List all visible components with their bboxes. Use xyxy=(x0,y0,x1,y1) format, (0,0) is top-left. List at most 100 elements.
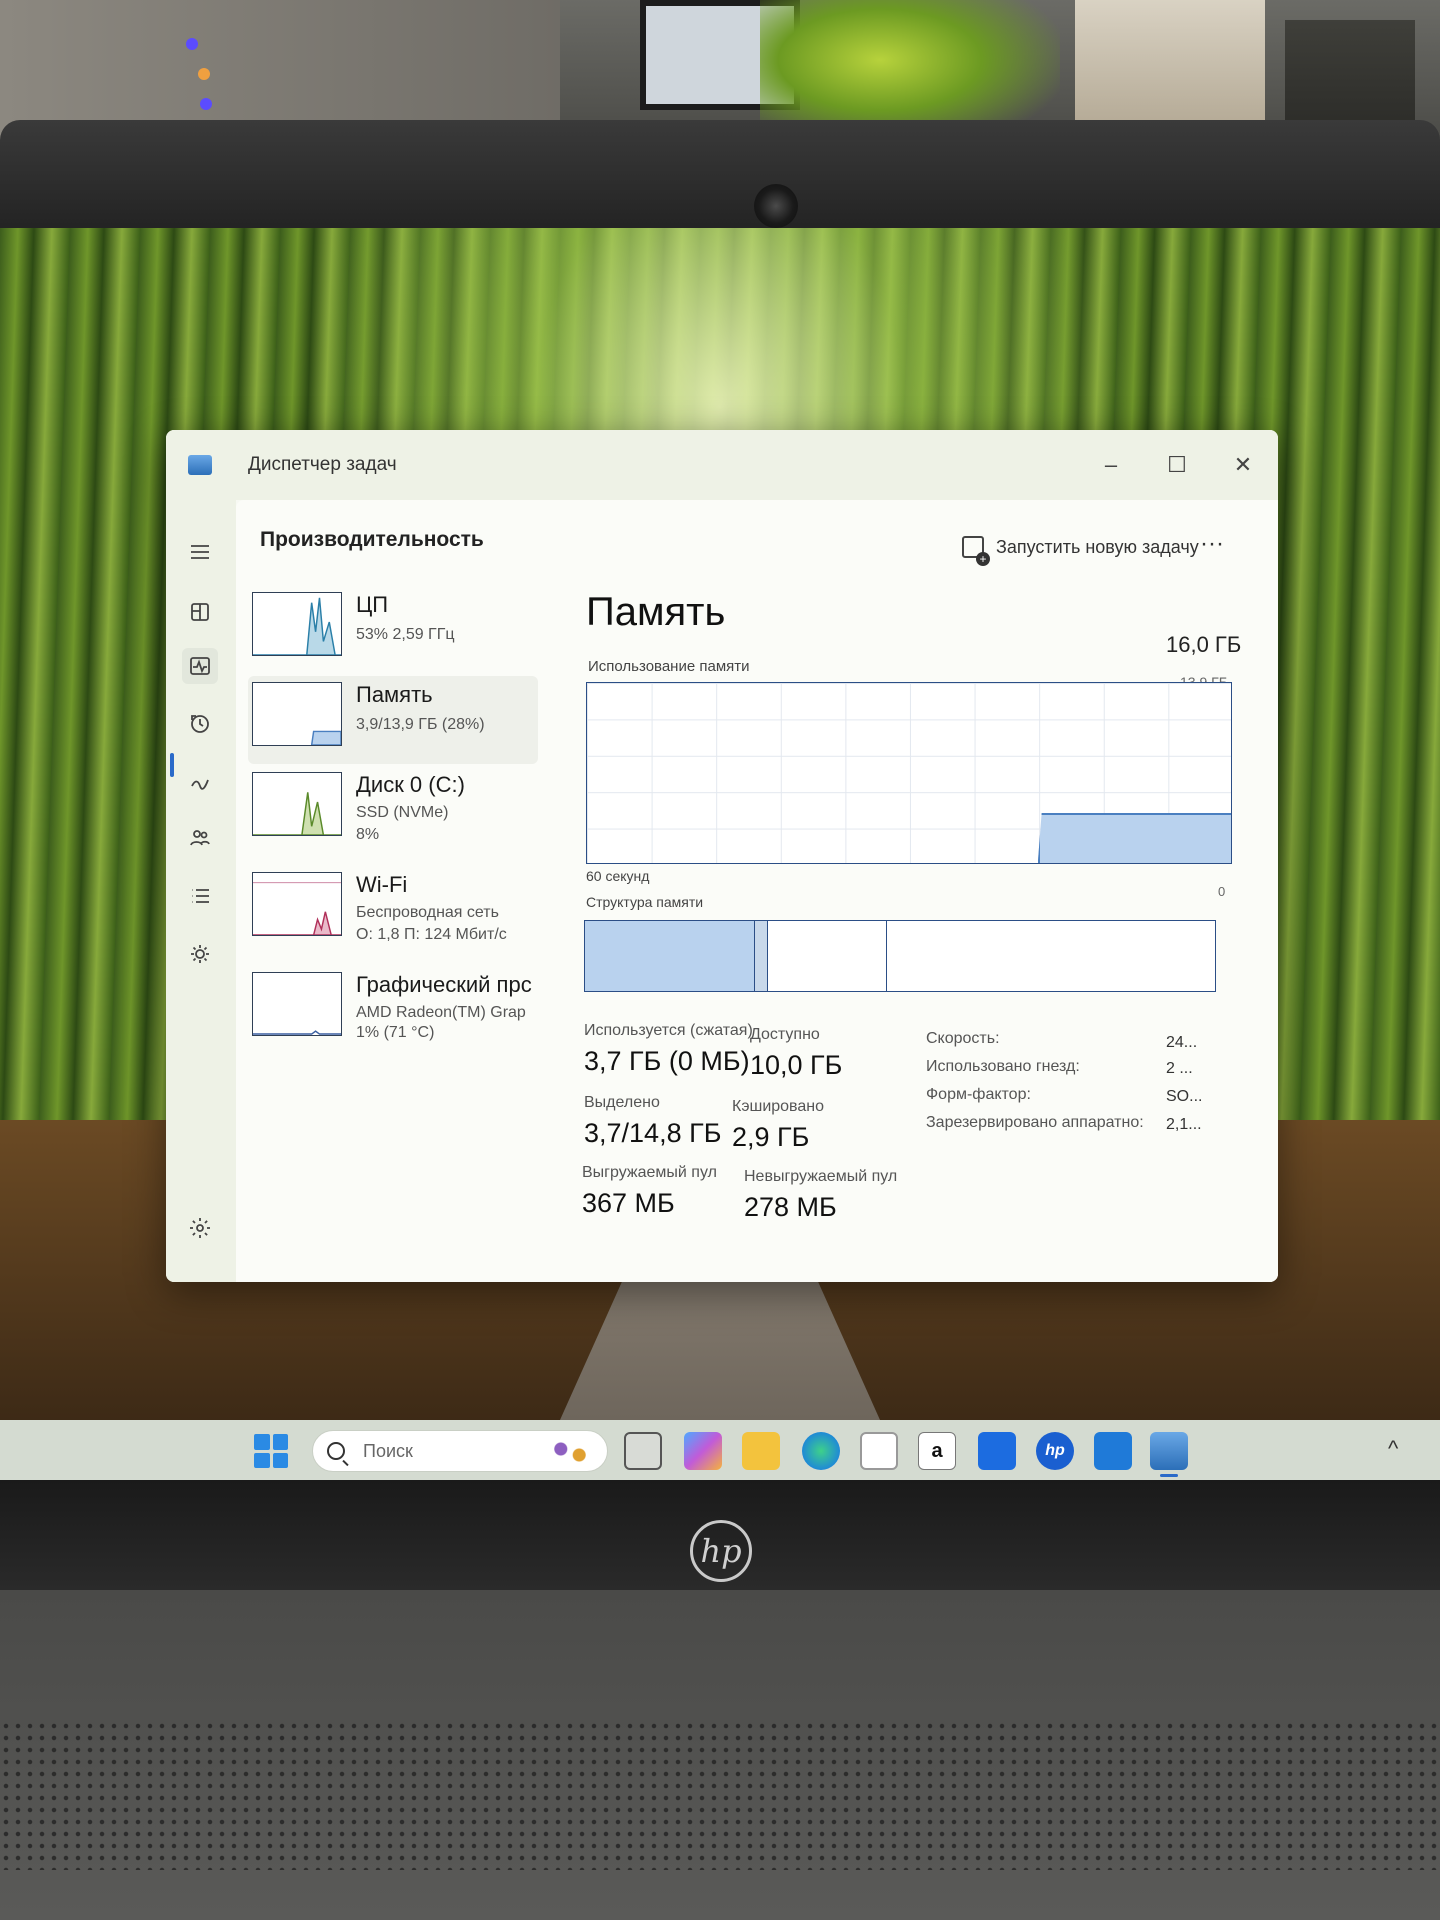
hp-icon[interactable]: hp xyxy=(1036,1432,1074,1470)
navigation-rail xyxy=(166,500,236,1282)
edge-icon[interactable] xyxy=(802,1432,840,1470)
graph-zero-label: 0 xyxy=(1218,884,1226,899)
resource-cpu[interactable]: ЦП 53% 2,59 ГГц xyxy=(248,586,538,674)
resource-throughput: О: 1,8 П: 124 Мбит/с xyxy=(356,926,507,943)
title-bar[interactable]: Диспетчер задач – ☐ ✕ xyxy=(166,430,1278,500)
window-title: Диспетчер задач xyxy=(248,454,397,475)
paged-pool-value: 367 МБ xyxy=(582,1188,675,1218)
resource-wifi[interactable]: Wi-Fi Беспроводная сеть О: 1,8 П: 124 Мб… xyxy=(248,866,538,960)
nonpaged-pool-label: Невыгружаемый пул xyxy=(744,1168,898,1185)
webcam xyxy=(754,184,798,228)
resource-usage: 8% xyxy=(356,826,380,843)
resource-usage: 1% (71 °C) xyxy=(356,1024,435,1041)
minimize-button[interactable]: – xyxy=(1098,452,1124,478)
memory-structure-bar xyxy=(584,920,1216,992)
copilot-icon[interactable] xyxy=(684,1432,722,1470)
services-icon[interactable] xyxy=(182,936,218,972)
memory-usage-label: Использование памяти xyxy=(588,658,750,675)
settings-icon[interactable] xyxy=(182,1210,218,1246)
resource-detail: AMD Radeon(TM) Grap xyxy=(356,1004,526,1021)
memory-title: Память xyxy=(586,590,726,634)
speed-label: Скорость: xyxy=(926,1030,1000,1047)
startup-apps-icon[interactable] xyxy=(182,764,218,800)
windows-logo-tile xyxy=(272,1434,288,1450)
led-light xyxy=(198,68,210,80)
resource-name: ЦП xyxy=(356,592,389,617)
page-title: Производительность xyxy=(260,528,484,551)
users-icon[interactable] xyxy=(182,820,218,856)
resource-memory[interactable]: Память 3,9/13,9 ГБ (28%) xyxy=(248,676,538,764)
in-use-label: Используется (сжатая) xyxy=(584,1022,753,1039)
cpu-thumbnail-graph xyxy=(252,592,342,656)
form-factor-label: Форм-фактор: xyxy=(926,1086,1031,1103)
maximize-button[interactable]: ☐ xyxy=(1164,452,1190,478)
nonpaged-pool-value: 278 МБ xyxy=(744,1192,837,1222)
available-value: 10,0 ГБ xyxy=(750,1050,843,1080)
led-light xyxy=(186,38,198,50)
speaker-grille xyxy=(0,1720,1440,1870)
hardware-reserved-value: 2,1... xyxy=(1166,1116,1202,1133)
app-history-icon[interactable] xyxy=(182,706,218,742)
led-light xyxy=(200,98,212,110)
taskbar: Поиск a hp ^ xyxy=(0,1420,1440,1480)
resource-disk[interactable]: Диск 0 (C:) SSD (NVMe) 8% xyxy=(248,766,538,860)
resource-name: Wi-Fi xyxy=(356,872,408,897)
search-placeholder: Поиск xyxy=(363,1440,413,1461)
outlook-icon[interactable] xyxy=(1094,1432,1132,1470)
hp-logo: hp xyxy=(690,1520,752,1582)
resource-detail: 3,9/13,9 ГБ (28%) xyxy=(356,716,485,733)
structure-standby xyxy=(768,921,888,991)
resource-name: Графический прс xyxy=(356,972,532,997)
nav-active-indicator xyxy=(170,753,174,777)
memory-total: 16,0 ГБ xyxy=(1166,632,1242,657)
committed-value: 3,7/14,8 ГБ xyxy=(584,1118,722,1148)
details-icon[interactable] xyxy=(182,878,218,914)
new-task-icon xyxy=(962,536,990,566)
show-hidden-icons-button[interactable]: ^ xyxy=(1388,1436,1398,1462)
processes-icon[interactable] xyxy=(182,594,218,630)
resource-detail: Беспроводная сеть xyxy=(356,904,499,921)
windows-logo-tile xyxy=(254,1434,270,1450)
graph-time-label: 60 секунд xyxy=(586,868,650,884)
active-app-indicator xyxy=(1160,1474,1178,1477)
resource-name: Диск 0 (C:) xyxy=(356,772,465,797)
amazon-icon[interactable]: a xyxy=(918,1432,956,1470)
memory-usage-graph xyxy=(586,682,1232,864)
resource-detail: SSD (NVMe) xyxy=(356,804,449,821)
store-icon[interactable] xyxy=(860,1432,898,1470)
gpu-thumbnail-graph xyxy=(252,972,342,1036)
dropbox-icon[interactable] xyxy=(978,1432,1016,1470)
performance-icon[interactable] xyxy=(182,648,218,684)
resource-gpu[interactable]: Графический прс AMD Radeon(TM) Grap 1% (… xyxy=(248,966,538,1060)
structure-free xyxy=(887,921,1215,991)
memory-usage-fill xyxy=(1037,812,1231,863)
cached-label: Кэшировано xyxy=(732,1098,825,1115)
memory-structure-label: Структура памяти xyxy=(586,894,704,910)
form-factor-value: SO... xyxy=(1166,1088,1203,1105)
close-button[interactable]: ✕ xyxy=(1230,452,1256,478)
menu-icon[interactable] xyxy=(182,534,218,570)
windows-logo-tile xyxy=(272,1452,288,1468)
in-use-value: 3,7 ГБ (0 МБ) xyxy=(584,1046,750,1076)
resource-detail: 53% 2,59 ГГц xyxy=(356,626,455,643)
run-new-task-label: Запустить новую задачу xyxy=(996,536,1199,557)
task-view-icon[interactable] xyxy=(624,1432,662,1470)
search-highlight-icon xyxy=(547,1437,593,1467)
taskbar-search[interactable]: Поиск xyxy=(312,1430,608,1472)
search-icon xyxy=(327,1442,345,1460)
speed-value: 24... xyxy=(1166,1034,1198,1051)
slots-used-label: Использовано гнезд: xyxy=(926,1058,1080,1075)
task-manager-icon[interactable] xyxy=(1150,1432,1188,1470)
window-controls: – ☐ ✕ xyxy=(1098,452,1256,478)
hardware-reserved-label: Зарезервировано аппаратно: xyxy=(926,1114,1144,1131)
more-options-button[interactable]: ··· xyxy=(1200,530,1224,558)
available-label: Доступно xyxy=(750,1026,820,1043)
cached-value: 2,9 ГБ xyxy=(732,1122,810,1152)
disk-thumbnail-graph xyxy=(252,772,342,836)
run-new-task-button[interactable]: Запустить новую задачу xyxy=(962,536,1199,566)
file-explorer-icon[interactable] xyxy=(742,1432,780,1470)
slots-used-value: 2 ... xyxy=(1166,1060,1193,1077)
resource-name: Память xyxy=(356,682,433,707)
start-button[interactable] xyxy=(254,1434,288,1468)
structure-in-use xyxy=(585,921,756,991)
